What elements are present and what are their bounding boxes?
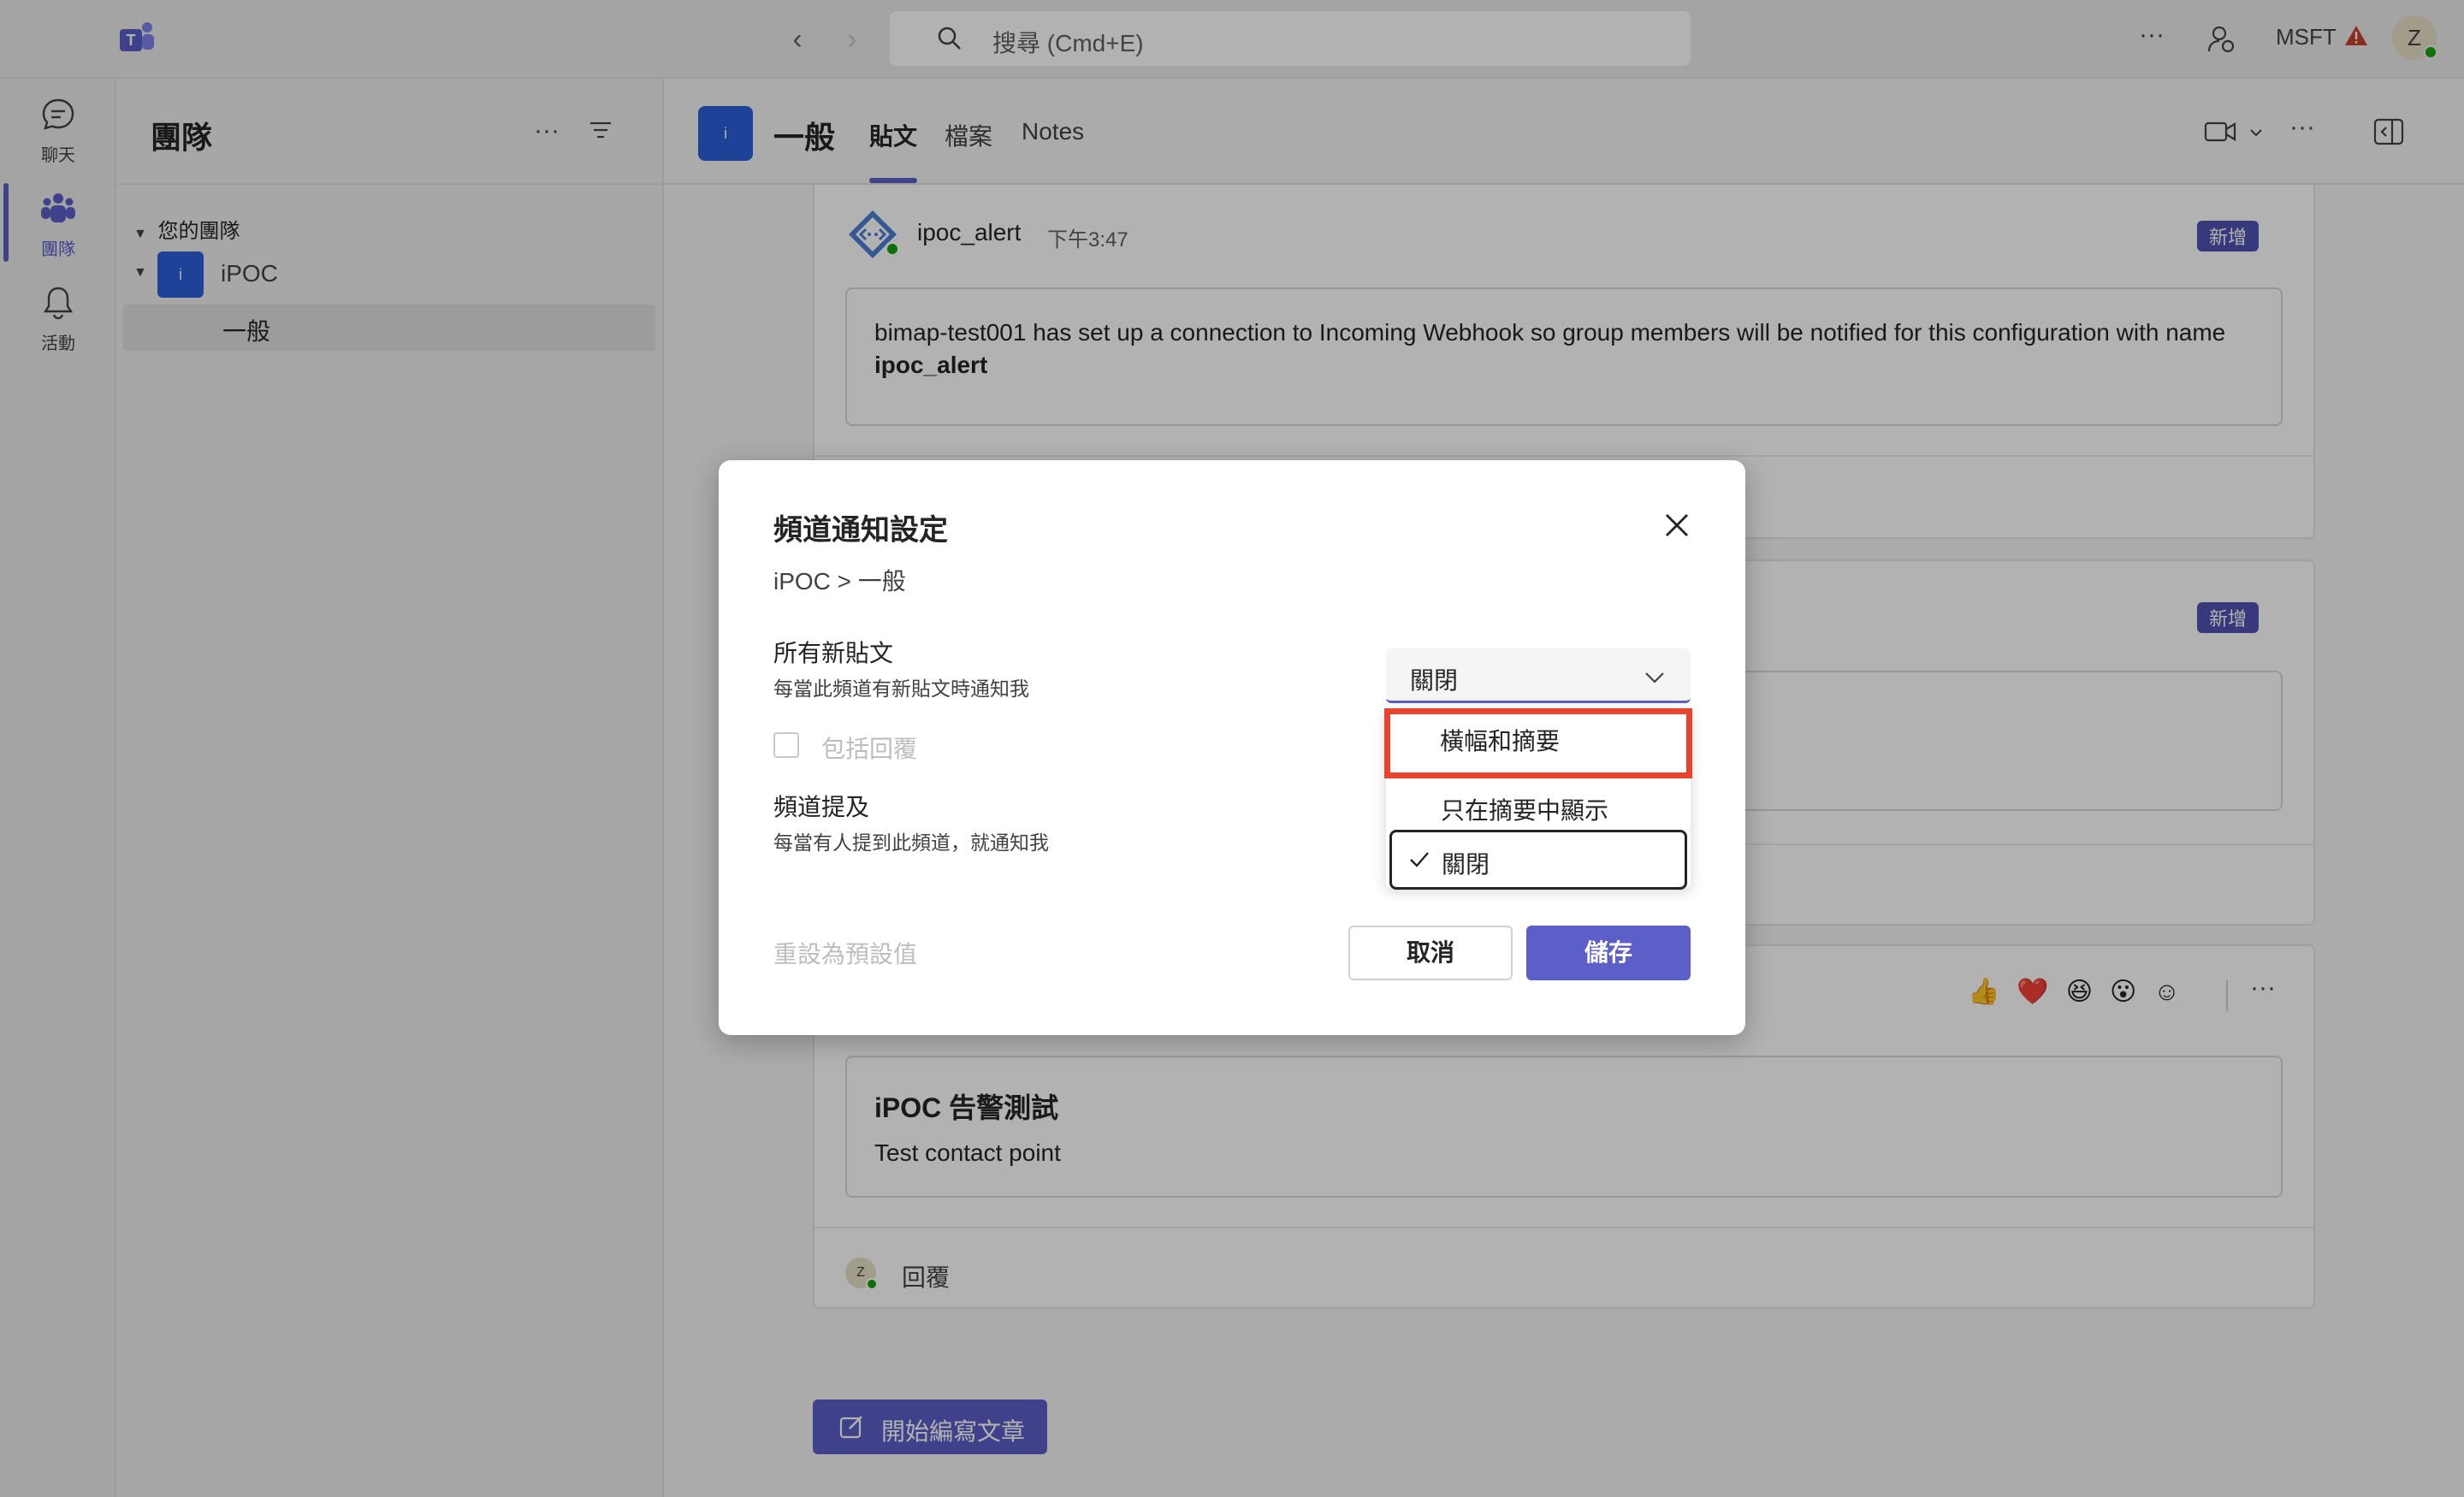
option-label: 只在摘要中顯示 xyxy=(1441,797,1609,824)
option-label: 橫幅和摘要 xyxy=(1440,728,1561,754)
all-posts-title: 所有新貼文 xyxy=(773,640,894,666)
mentions-title: 頻道提及 xyxy=(773,794,870,820)
select-value: 關閉 xyxy=(1410,667,1459,694)
option-banner-and-feed[interactable]: 橫幅和摘要 xyxy=(1384,708,1692,778)
all-posts-select[interactable]: 關閉 xyxy=(1386,648,1691,703)
save-button[interactable]: 儲存 xyxy=(1526,926,1691,980)
dialog-title: 頻道通知設定 xyxy=(773,514,948,547)
dialog-breadcrumb: iPOC > 一般 xyxy=(773,568,906,595)
checkmark-icon xyxy=(1410,852,1429,867)
include-replies-label: 包括回覆 xyxy=(821,736,918,762)
mentions-subtitle: 每當有人提到此頻道，就通知我 xyxy=(773,831,1049,854)
channel-notification-dialog: 頻道通知設定 iPOC > 一般 所有新貼文 每當此頻道有新貼文時通知我 包括回… xyxy=(719,460,1745,1035)
include-replies-checkbox[interactable] xyxy=(773,732,799,758)
option-label: 關閉 xyxy=(1442,851,1490,878)
option-feed-only[interactable]: 只在摘要中顯示 xyxy=(1386,778,1691,833)
all-posts-subtitle: 每當此頻道有新貼文時通知我 xyxy=(773,677,1029,700)
cancel-button[interactable]: 取消 xyxy=(1348,926,1513,980)
reset-default-link[interactable]: 重設為預設值 xyxy=(773,936,917,970)
chevron-down-icon xyxy=(1645,672,1664,683)
option-off[interactable]: 關閉 xyxy=(1389,830,1687,890)
close-icon[interactable] xyxy=(1660,508,1694,542)
notification-options-dropdown: 橫幅和摘要 只在摘要中顯示 關閉 xyxy=(1384,708,1692,890)
